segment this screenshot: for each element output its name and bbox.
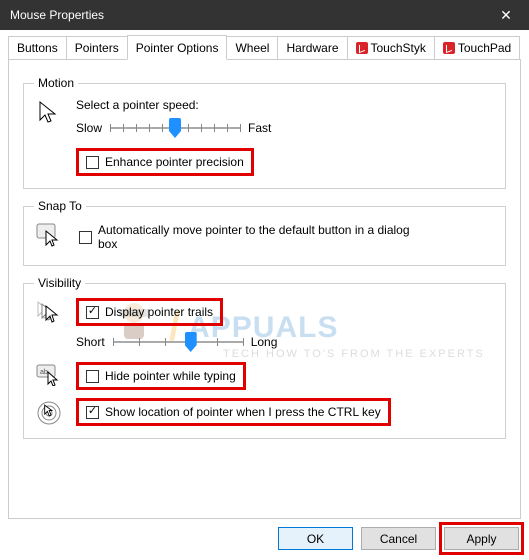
enhance-precision-checkbox[interactable] bbox=[86, 156, 99, 169]
synaptics-icon bbox=[356, 42, 368, 54]
pointer-speed-icon bbox=[34, 98, 64, 126]
ctrl-locate-checkbox[interactable] bbox=[86, 406, 99, 419]
tab-pointer-options[interactable]: Pointer Options bbox=[127, 35, 228, 60]
tab-content: /APPUALS TECH HOW TO'S FROM THE EXPERTS … bbox=[8, 59, 521, 519]
tab-wheel[interactable]: Wheel bbox=[226, 36, 278, 60]
snapto-checkbox[interactable] bbox=[79, 231, 92, 244]
slider-thumb[interactable] bbox=[169, 118, 181, 138]
group-visibility-legend: Visibility bbox=[34, 276, 85, 290]
long-label: Long bbox=[251, 335, 278, 349]
apply-button[interactable]: Apply bbox=[444, 527, 519, 550]
tab-strip: Buttons Pointers Pointer Options Wheel H… bbox=[0, 30, 529, 59]
window-title: Mouse Properties bbox=[10, 8, 104, 22]
group-visibility: Visibility Display pointer trails Shor bbox=[23, 276, 506, 439]
ctrl-locate-icon bbox=[34, 398, 64, 426]
tab-pointers[interactable]: Pointers bbox=[66, 36, 128, 60]
hide-pointer-label: Hide pointer while typing bbox=[105, 369, 236, 383]
ok-button[interactable]: OK bbox=[278, 527, 353, 550]
short-label: Short bbox=[76, 335, 105, 349]
highlight-ctrl-locate: Show location of pointer when I press th… bbox=[76, 398, 391, 426]
tab-buttons[interactable]: Buttons bbox=[8, 36, 67, 60]
close-button[interactable]: ✕ bbox=[483, 0, 529, 30]
tab-touchpad[interactable]: TouchPad bbox=[434, 36, 520, 60]
fast-label: Fast bbox=[248, 121, 271, 135]
highlight-hide-pointer: Hide pointer while typing bbox=[76, 362, 246, 390]
pointer-trails-icon bbox=[34, 298, 64, 324]
tab-hardware[interactable]: Hardware bbox=[277, 36, 347, 60]
highlight-display-trails: Display pointer trails bbox=[76, 298, 223, 326]
group-motion-legend: Motion bbox=[34, 76, 78, 90]
titlebar: Mouse Properties ✕ bbox=[0, 0, 529, 30]
synaptics-icon bbox=[443, 42, 455, 54]
slider-thumb[interactable] bbox=[185, 332, 197, 352]
snapto-label: Automatically move pointer to the defaul… bbox=[98, 223, 428, 251]
group-snapto: Snap To Automatically move pointer to th… bbox=[23, 199, 506, 266]
hide-pointer-icon: ab bbox=[34, 362, 64, 386]
display-trails-checkbox[interactable] bbox=[86, 306, 99, 319]
ctrl-locate-label: Show location of pointer when I press th… bbox=[105, 405, 381, 419]
enhance-precision-label: Enhance pointer precision bbox=[105, 155, 244, 169]
pointer-speed-label: Select a pointer speed: bbox=[76, 98, 495, 112]
group-motion: Motion Select a pointer speed: Slow Fast bbox=[23, 76, 506, 189]
hide-pointer-checkbox[interactable] bbox=[86, 370, 99, 383]
svg-text:ab: ab bbox=[40, 369, 48, 376]
cancel-button[interactable]: Cancel bbox=[361, 527, 436, 550]
trail-length-slider[interactable] bbox=[113, 330, 243, 354]
display-trails-label: Display pointer trails bbox=[105, 305, 213, 319]
dialog-buttons: OK Cancel Apply bbox=[278, 527, 519, 550]
close-icon: ✕ bbox=[500, 7, 512, 24]
slow-label: Slow bbox=[76, 121, 102, 135]
pointer-speed-slider[interactable] bbox=[110, 116, 240, 140]
group-snapto-legend: Snap To bbox=[34, 199, 86, 213]
snapto-icon bbox=[34, 221, 64, 247]
tab-touchstyk[interactable]: TouchStyk bbox=[347, 36, 435, 60]
highlight-enhance-precision: Enhance pointer precision bbox=[76, 148, 254, 176]
